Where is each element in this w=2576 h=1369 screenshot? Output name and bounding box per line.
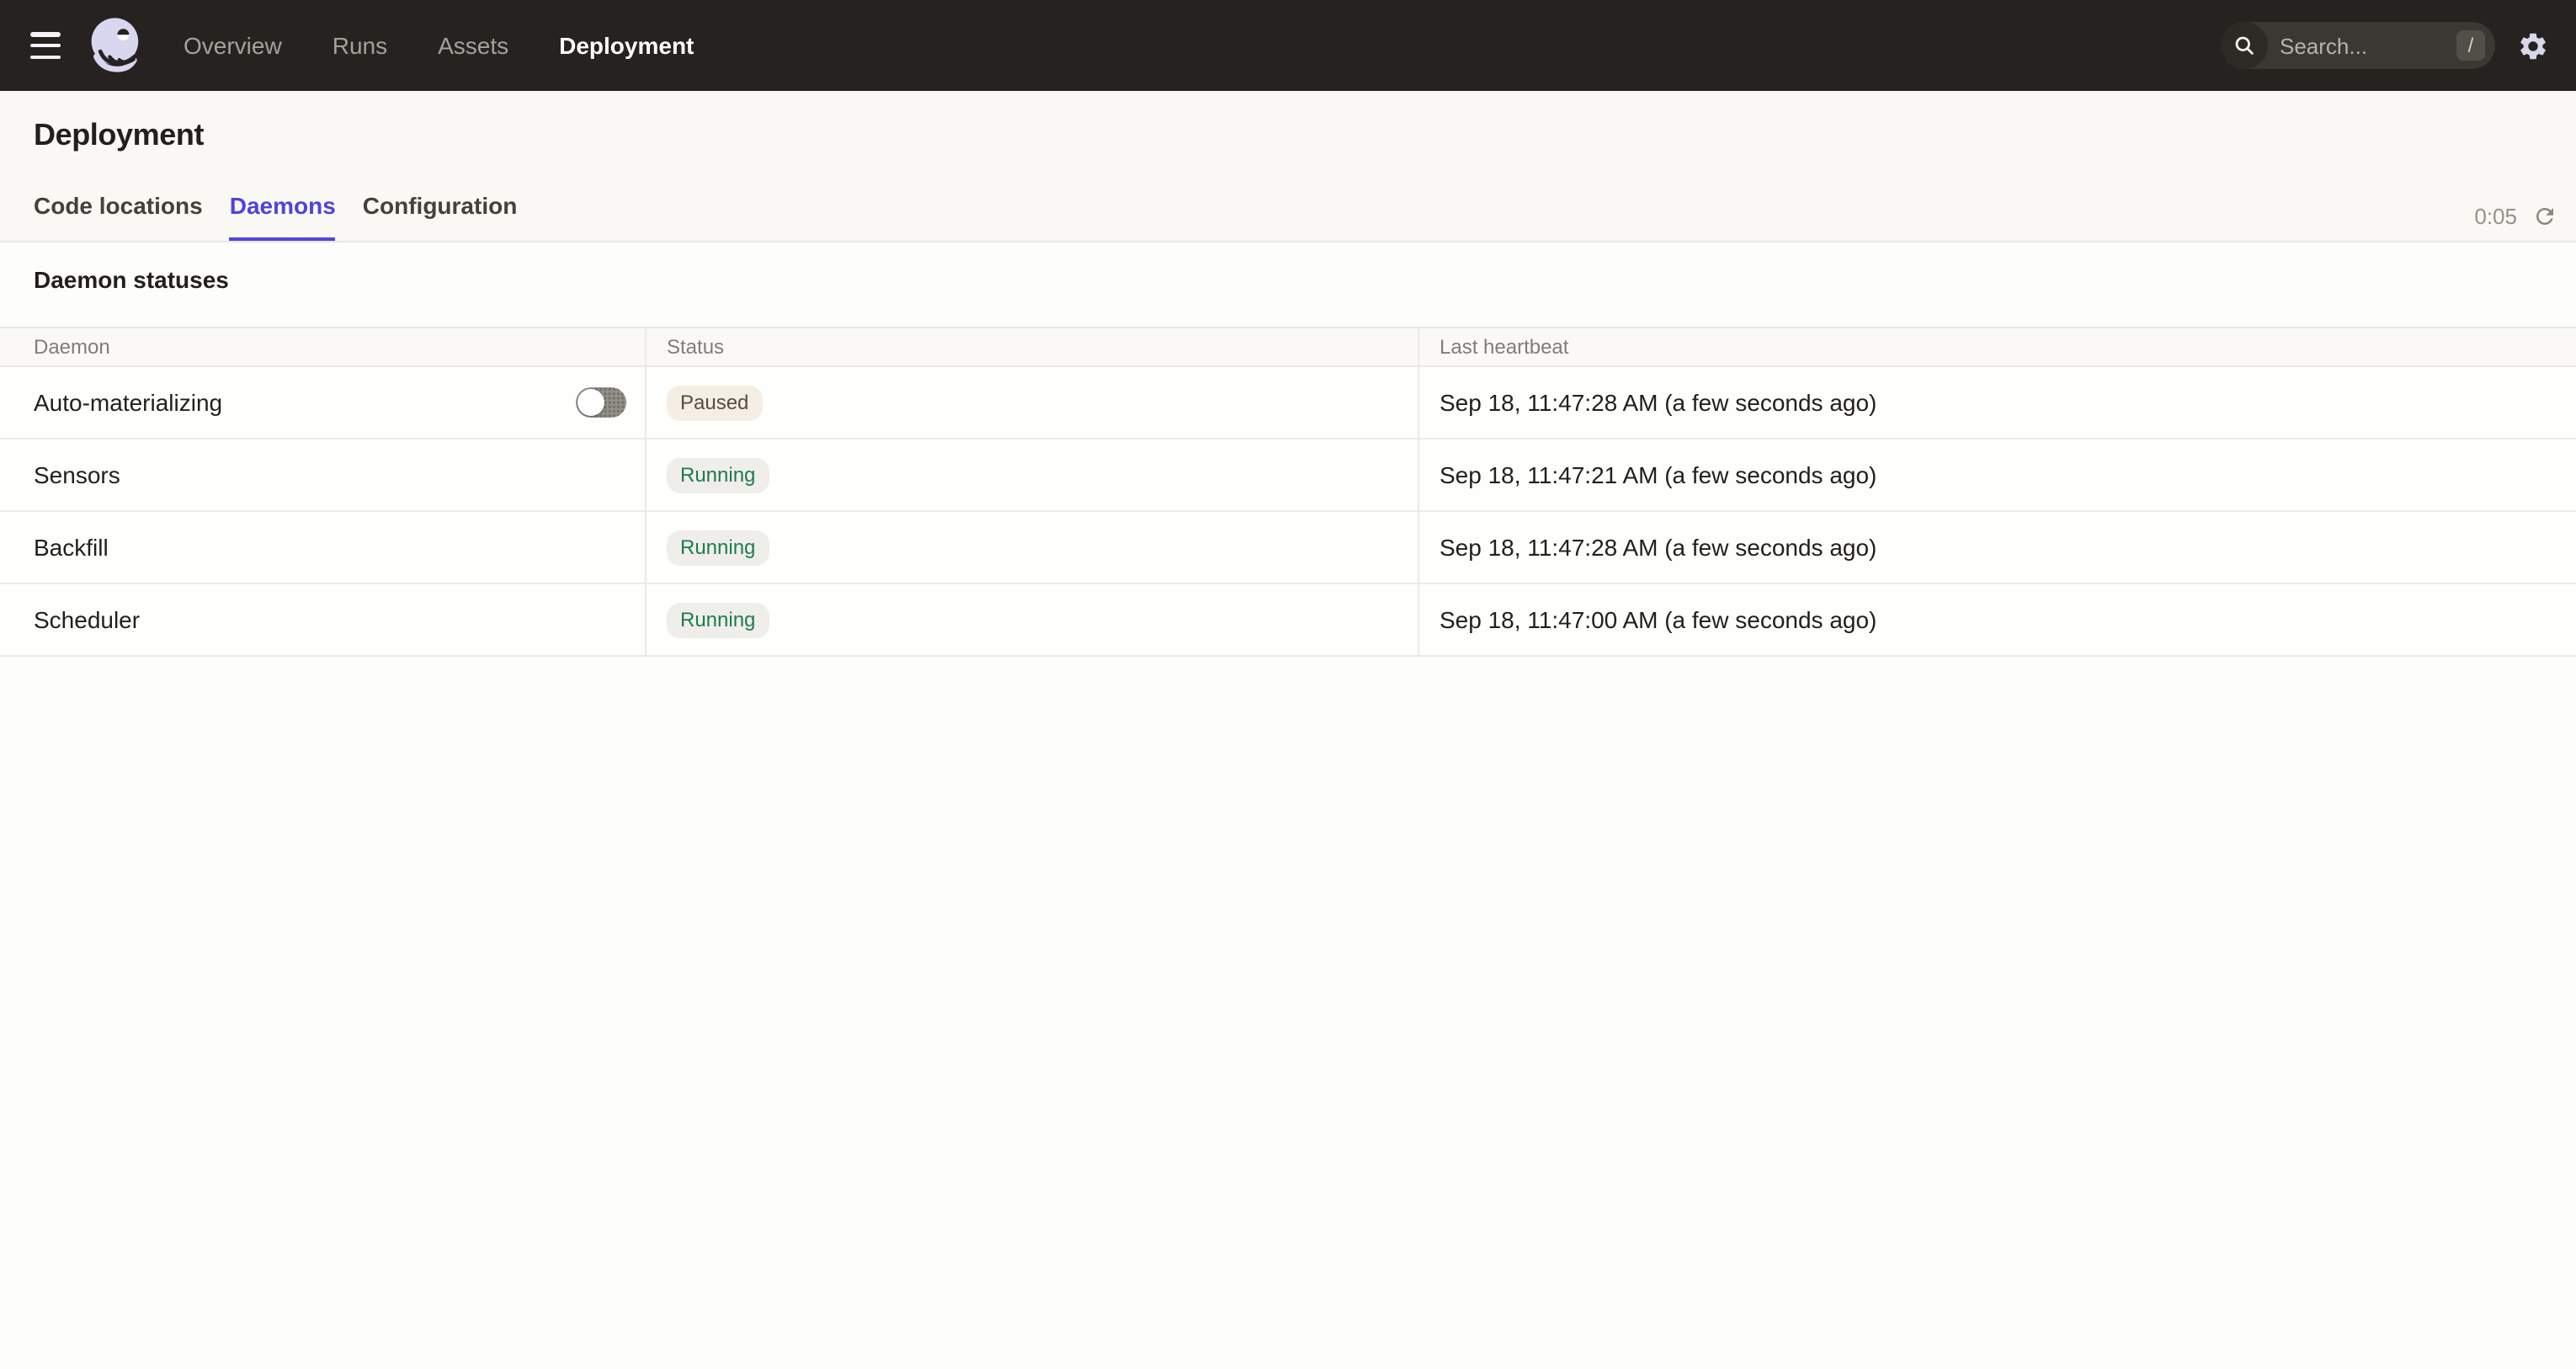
- dagster-logo-icon[interactable]: [86, 15, 146, 76]
- daemon-name-cell: Sensors: [0, 439, 645, 510]
- column-header-last-heartbeat: Last heartbeat: [1418, 328, 2576, 365]
- daemon-name-cell: Scheduler: [0, 584, 645, 655]
- refresh-icon[interactable]: [2532, 204, 2557, 229]
- last-heartbeat-cell: Sep 18, 11:47:28 AM (a few seconds ago): [1418, 512, 2576, 583]
- daemons-content: Daemon statuses Daemon Status Last heart…: [0, 242, 2576, 657]
- status-badge: Running: [667, 457, 769, 493]
- daemon-status-table: Daemon Status Last heartbeat Auto-materi…: [0, 327, 2576, 657]
- page-header-band: Deployment Code locations Daemons Config…: [0, 91, 2576, 242]
- app-window: Overview Runs Assets Deployment /: [0, 0, 2576, 1369]
- status-cell: Running: [645, 439, 1418, 510]
- table-row: Scheduler Running Sep 18, 11:47:00 AM (a…: [0, 584, 2576, 657]
- tab-configuration[interactable]: Configuration: [363, 192, 518, 241]
- search-input[interactable]: [2280, 33, 2423, 58]
- top-nav-bar: Overview Runs Assets Deployment /: [0, 0, 2576, 91]
- nav-item-overview[interactable]: Overview: [184, 32, 282, 59]
- search-box[interactable]: /: [2221, 22, 2495, 69]
- status-badge: Paused: [667, 385, 762, 420]
- section-title: Daemon statuses: [0, 242, 2576, 293]
- nav-item-assets[interactable]: Assets: [438, 32, 508, 59]
- daemon-name: Auto-materializing: [34, 389, 222, 416]
- tab-bar: Code locations Daemons Configuration: [34, 192, 2576, 241]
- status-badge: Running: [667, 602, 769, 637]
- column-header-status: Status: [645, 328, 1418, 365]
- menu-icon[interactable]: [30, 32, 64, 59]
- topbar-right-cluster: /: [2221, 0, 2576, 91]
- status-cell: Running: [645, 584, 1418, 655]
- status-badge: Running: [667, 530, 769, 565]
- daemon-name-cell: Auto-materializing: [0, 367, 645, 438]
- tab-daemons[interactable]: Daemons: [230, 192, 336, 241]
- tab-code-locations[interactable]: Code locations: [34, 192, 203, 241]
- last-heartbeat-cell: Sep 18, 11:47:21 AM (a few seconds ago): [1418, 439, 2576, 510]
- page-title: Deployment: [34, 118, 2576, 153]
- status-cell: Running: [645, 512, 1418, 583]
- last-heartbeat-cell: Sep 18, 11:47:00 AM (a few seconds ago): [1418, 584, 2576, 655]
- settings-gear-icon[interactable]: [2517, 29, 2549, 61]
- refresh-area: 0:05: [2474, 204, 2557, 229]
- search-shortcut-key: /: [2456, 30, 2485, 61]
- primary-nav: Overview Runs Assets Deployment: [184, 32, 694, 59]
- status-cell: Paused: [645, 367, 1418, 438]
- table-row: Sensors Running Sep 18, 11:47:21 AM (a f…: [0, 439, 2576, 512]
- auto-materializing-toggle[interactable]: [576, 387, 626, 418]
- nav-item-runs[interactable]: Runs: [333, 32, 387, 59]
- nav-item-deployment[interactable]: Deployment: [559, 32, 694, 59]
- table-header-row: Daemon Status Last heartbeat: [0, 327, 2576, 367]
- daemon-name-cell: Backfill: [0, 512, 645, 583]
- table-row: Auto-materializing Paused Sep 18, 11:47:…: [0, 367, 2576, 439]
- column-header-daemon: Daemon: [0, 328, 645, 365]
- last-heartbeat-cell: Sep 18, 11:47:28 AM (a few seconds ago): [1418, 367, 2576, 438]
- search-icon: [2221, 22, 2268, 69]
- refresh-countdown: 0:05: [2474, 204, 2517, 229]
- table-row: Backfill Running Sep 18, 11:47:28 AM (a …: [0, 512, 2576, 584]
